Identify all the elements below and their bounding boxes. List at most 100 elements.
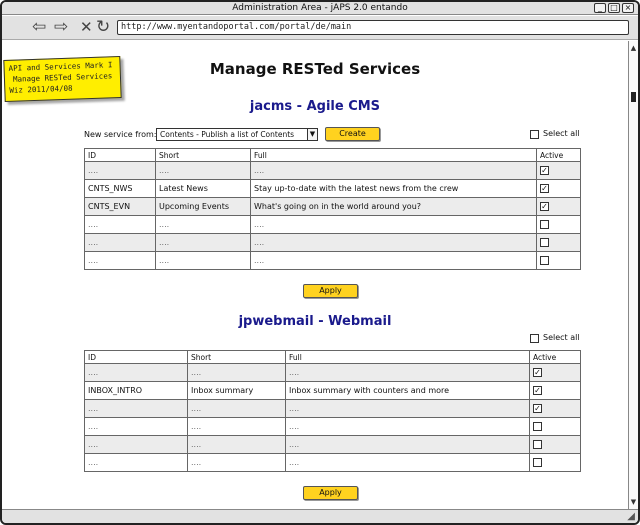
minimize-icon[interactable]: _ <box>594 3 606 13</box>
maximize-icon[interactable]: □ <box>608 3 620 13</box>
active-checkbox[interactable] <box>533 440 542 449</box>
column-header-active: Active <box>529 350 581 364</box>
cell-active <box>536 179 581 198</box>
cell-active <box>536 215 581 234</box>
column-header-id: ID <box>84 148 156 162</box>
cell-active <box>529 453 581 472</box>
scroll-thumb[interactable] <box>631 92 636 102</box>
section-title-jacms: jacms - Agile CMS <box>249 99 381 114</box>
resize-grip-icon[interactable]: ◢ <box>627 511 635 522</box>
select-all-label-jacms: Select all <box>543 129 580 138</box>
select-all-label-jpwebmail: Select all <box>543 333 580 342</box>
cell-id: .... <box>84 363 188 382</box>
section-title-jpwebmail: jpwebmail - Webmail <box>238 314 392 329</box>
cell-active <box>529 399 581 418</box>
cell-id: .... <box>84 417 188 436</box>
active-checkbox[interactable] <box>540 184 549 193</box>
active-checkbox[interactable] <box>533 458 542 467</box>
cell-active <box>536 161 581 180</box>
close-window-icon[interactable]: × <box>622 3 634 13</box>
active-checkbox[interactable] <box>533 404 542 413</box>
cell-short: .... <box>155 161 251 180</box>
cell-active <box>529 435 581 454</box>
active-checkbox[interactable] <box>540 166 549 175</box>
cell-short: .... <box>187 453 286 472</box>
browser-window: Administration Area - jAPS 2.0 entando _… <box>0 0 640 525</box>
cell-full: .... <box>285 417 530 436</box>
cell-active <box>536 233 581 252</box>
cell-short: .... <box>187 435 286 454</box>
stop-icon[interactable]: ✕ <box>80 17 93 37</box>
vertical-scrollbar[interactable]: ▲ ▼ <box>628 41 638 509</box>
create-button[interactable]: Create <box>325 127 380 141</box>
sticky-line-3: Wiz 2011/04/08 <box>9 83 73 95</box>
cell-id: .... <box>84 251 156 270</box>
cell-short: .... <box>187 363 286 382</box>
table-row: INBOX_INTRO Inbox summary Inbox summary wi… <box>84 381 581 400</box>
cell-id: .... <box>84 233 156 252</box>
cell-short: .... <box>187 399 286 418</box>
cell-active <box>529 417 581 436</box>
cell-id: .... <box>84 399 188 418</box>
active-checkbox[interactable] <box>533 422 542 431</box>
active-checkbox[interactable] <box>540 202 549 211</box>
cell-short: .... <box>155 215 251 234</box>
cell-full: .... <box>250 251 537 270</box>
active-checkbox[interactable] <box>540 220 549 229</box>
column-header-short: Short <box>155 148 251 162</box>
apply-button-jacms[interactable]: Apply <box>303 284 358 298</box>
services-table-jpwebmail: ID Short Full Active ............INBOX_I… <box>84 350 581 472</box>
select-all-checkbox-jpwebmail[interactable] <box>530 334 539 343</box>
active-checkbox[interactable] <box>533 386 542 395</box>
active-checkbox[interactable] <box>540 238 549 247</box>
cell-active <box>536 251 581 270</box>
dropdown-arrow-icon[interactable]: ▼ <box>307 128 318 141</box>
table-row: ............ <box>84 251 581 270</box>
table-row: ............ <box>84 417 581 436</box>
active-checkbox[interactable] <box>540 256 549 265</box>
cell-id: .... <box>84 215 156 234</box>
services-table-jacms: ID Short Full Active ............CNTS_NW… <box>84 148 581 270</box>
active-checkbox[interactable] <box>533 368 542 377</box>
column-header-short: Short <box>187 350 286 364</box>
new-service-select[interactable]: Contents - Publish a list of Contents ▼ <box>156 128 318 141</box>
url-field[interactable]: http://www.myentandoportal.com/portal/de… <box>117 20 629 35</box>
cell-id: CNTS_NWS <box>84 179 156 198</box>
cell-short: .... <box>155 251 251 270</box>
column-header-full: Full <box>285 350 530 364</box>
column-header-full: Full <box>250 148 537 162</box>
table-row: ............ <box>84 399 581 418</box>
cell-full: .... <box>285 453 530 472</box>
cell-active <box>529 363 581 382</box>
select-all-checkbox-jacms[interactable] <box>530 130 539 139</box>
cell-full: .... <box>285 435 530 454</box>
table-row: ............ <box>84 363 581 382</box>
page-title: Manage RESTed Services <box>209 60 421 78</box>
cell-full: .... <box>250 233 537 252</box>
cell-full: .... <box>250 215 537 234</box>
window-controls: _ □ × <box>594 3 634 13</box>
table-row: ............ <box>84 453 581 472</box>
cell-id: INBOX_INTRO <box>84 381 188 400</box>
cell-short: Inbox summary <box>187 381 286 400</box>
scroll-down-icon[interactable]: ▼ <box>629 496 638 508</box>
cell-short: Upcoming Events <box>155 197 251 216</box>
table-row: ............ <box>84 161 581 180</box>
column-header-id: ID <box>84 350 188 364</box>
cell-active <box>529 381 581 400</box>
cell-full: What's going on in the world around you? <box>250 197 537 216</box>
forward-arrow-icon[interactable]: ⇨ <box>54 17 68 37</box>
back-arrow-icon[interactable]: ⇦ <box>32 17 46 37</box>
table-row: ............ <box>84 233 581 252</box>
cell-short: .... <box>155 233 251 252</box>
reload-icon[interactable]: ↻ <box>96 17 110 37</box>
cell-id: .... <box>84 435 188 454</box>
apply-button-jpwebmail[interactable]: Apply <box>303 486 358 500</box>
cell-full: Inbox summary with counters and more <box>285 381 530 400</box>
cell-active <box>536 197 581 216</box>
table-row: CNTS_EVN Upcoming Events What's going on i… <box>84 197 581 216</box>
scroll-up-icon[interactable]: ▲ <box>629 42 638 54</box>
cell-full: .... <box>250 161 537 180</box>
cell-short: Latest News <box>155 179 251 198</box>
new-service-label: New service from: <box>84 130 157 139</box>
